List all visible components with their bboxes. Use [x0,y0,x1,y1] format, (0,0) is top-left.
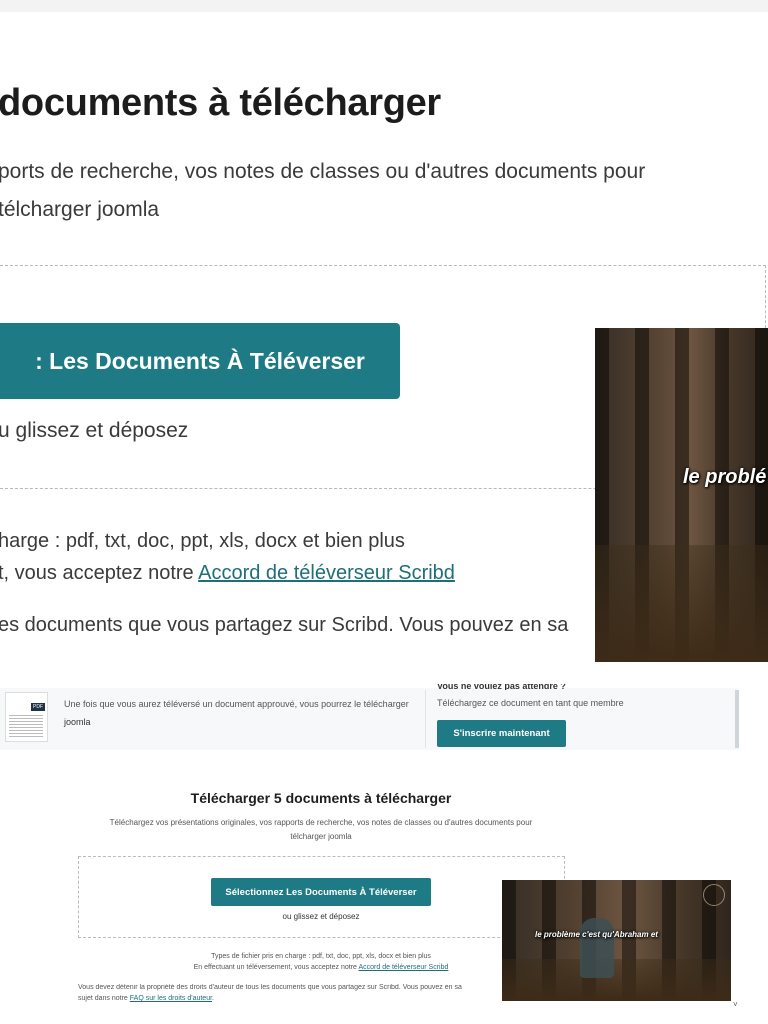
signup-button[interactable]: S'inscrire maintenant [437,720,566,747]
card-right-text: Téléchargez ce document en tant que memb… [437,698,624,708]
kneeling-figure [580,918,614,978]
file-types-text: harge : pdf, txt, doc, ppt, xls, docx et… [0,530,405,552]
uploader-agreement-link[interactable]: Accord de téléverseur Scribd [198,562,455,584]
small-forest-ground [502,958,731,1001]
select-documents-button[interactable]: : Les Documents À Téléverser [0,323,400,399]
small-agreement-prefix: En effectuant un téléversement, vous acc… [193,964,359,971]
video-player[interactable]: le problé [595,328,768,662]
agreement-text: t, vous acceptez notre Accord de téléver… [0,562,455,585]
small-agreement-link[interactable]: Accord de téléverseur Scribd [358,964,448,971]
card-divider [425,690,426,748]
card-right-heading: Vous ne voulez pas attendre ? [437,684,566,690]
copyright-text: es documents que vous partagez sur Scrib… [0,614,569,636]
small-drag-drop-text: ou glissez et déposez [282,912,360,921]
top-strip [0,0,768,12]
chevron-down-icon[interactable]: ˅ [733,1000,738,1009]
scrollbar[interactable] [735,690,739,748]
small-copyright-line-1: Vous devez détenir la propriété des droi… [78,984,462,991]
thumbnail-lines [9,715,43,737]
section-subtitle-1: Téléchargez vos présentations originales… [109,818,533,827]
document-thumbnail: PDF [5,692,48,742]
page-title: documents à télécharger [0,82,441,124]
small-video-caption: le problème c'est qu'Abraham et [535,930,658,939]
channel-logo-icon [703,884,725,906]
upload-info-card [0,688,738,750]
card-message-line-2: joomla [64,717,91,727]
forest-ground [595,545,768,662]
copyright-suffix: . [212,995,214,1002]
section-title: Télécharger 5 documents à télécharger [190,790,452,806]
card-message-line-1: Une fois que vous aurez téléversé un doc… [64,699,409,709]
small-select-documents-button[interactable]: Sélectionnez Les Documents À Téléverser [211,878,431,906]
small-video-player[interactable]: le problème c'est qu'Abraham et [502,880,731,1001]
copyright-faq-link[interactable]: FAQ sur les droits d'auteur [130,995,212,1002]
copyright-prefix: sujet dans notre [78,995,130,1002]
video-caption: le problé [683,466,767,488]
small-copyright-line-2: sujet dans notre FAQ sur les droits d'au… [78,995,214,1002]
subtitle-line-2: télcharger joomla [0,198,160,221]
drag-drop-text: u glissez et déposez [0,419,189,442]
subtitle-line-1: ports de recherche, vos notes de classes… [0,160,646,183]
pdf-badge: PDF [31,703,45,711]
agreement-prefix: t, vous acceptez notre [0,562,199,584]
section-subtitle-2: télcharger joomla [290,832,352,841]
